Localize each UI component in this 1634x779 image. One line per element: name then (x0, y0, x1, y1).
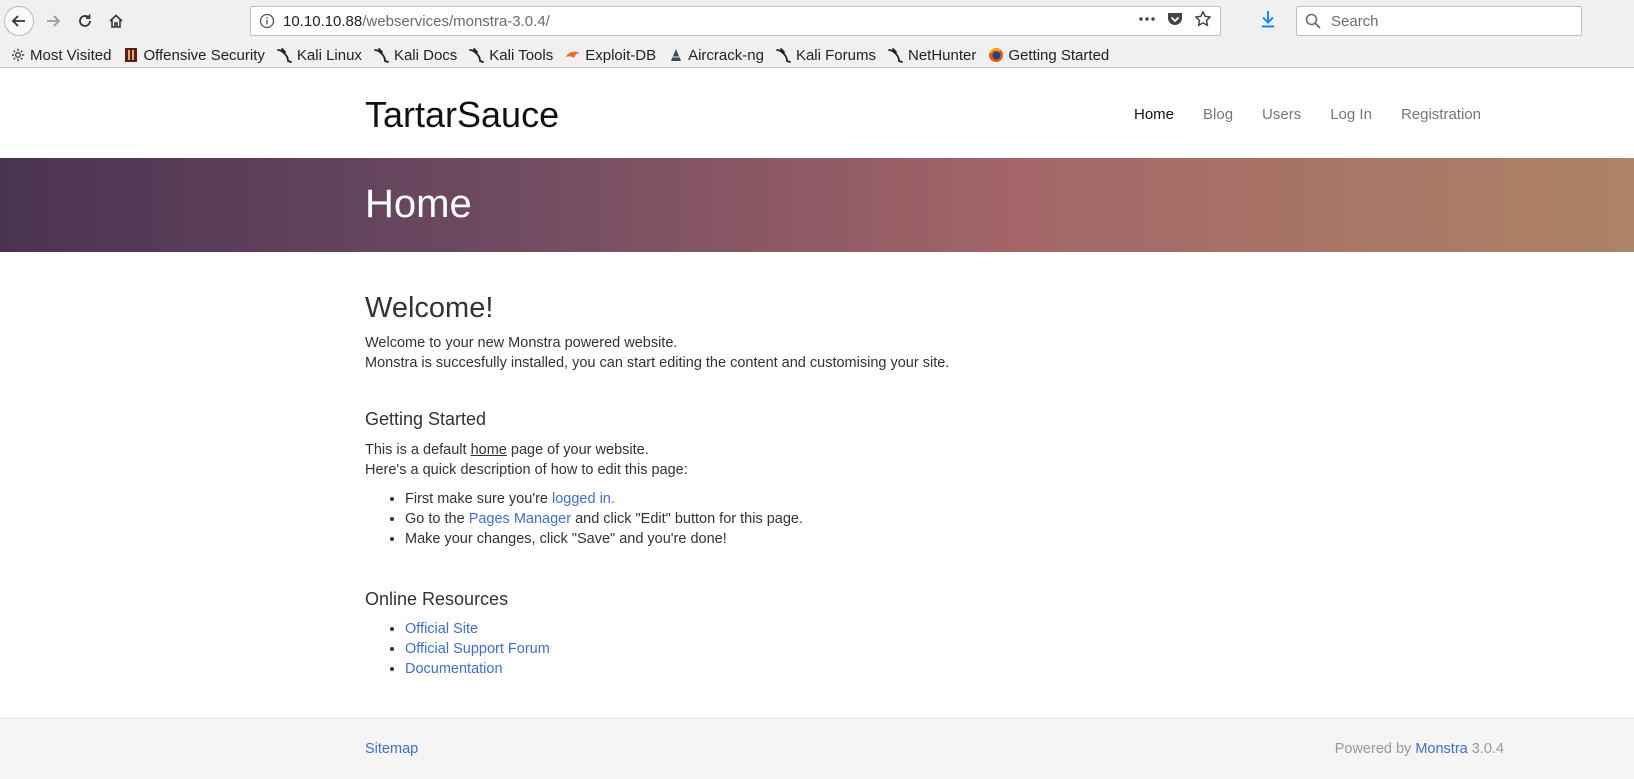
kali-dragon-icon (888, 47, 904, 63)
getting-started-text-1: This is a default home page of your webs… (365, 440, 1265, 460)
step2-text-post: and click "Edit" button for this page. (571, 511, 804, 527)
reload-icon (79, 14, 91, 27)
sitemap-link[interactable]: Sitemap (365, 741, 418, 757)
url-path: /webservices/monstra-3.0.4/ (362, 12, 550, 30)
official-site-link[interactable]: Official Site (405, 621, 478, 637)
offsec-icon (123, 47, 139, 63)
search-input[interactable] (1329, 11, 1563, 31)
bookmark-nethunter[interactable]: NetHunter (888, 47, 976, 64)
home-icon (109, 14, 123, 28)
logged-in-link[interactable]: logged in. (552, 491, 615, 507)
getting-started-heading: Getting Started (365, 409, 487, 429)
hero-title: Home (365, 182, 472, 226)
getting-started-section: Getting Started This is a default home p… (365, 409, 1265, 549)
bookmark-offensive-security[interactable]: Offensive Security (123, 46, 265, 64)
bookmark-label: NetHunter (907, 46, 977, 64)
nav-log-in[interactable]: Log In (1330, 106, 1372, 123)
forward-button[interactable] (38, 6, 68, 36)
main-content: Welcome! Welcome to your new Monstra pow… (365, 292, 1265, 679)
url-text[interactable]: 10.10.10.88/webservices/monstra-3.0.4/ (283, 13, 1138, 30)
bookmark-aircrack-ng[interactable]: Aircrack-ng (668, 47, 764, 64)
bookmark-kali-docs[interactable]: Kali Docs (374, 47, 457, 64)
welcome-heading: Welcome! (365, 292, 494, 324)
bookmark-label: Kali Docs (393, 46, 458, 64)
download-arrow-icon (1262, 11, 1274, 28)
list-item: Official Site (405, 619, 1265, 639)
bookmark-label: Getting Started (1008, 46, 1110, 64)
search-bar[interactable] (1296, 6, 1582, 36)
bookmark-label: Exploit-DB (585, 46, 657, 64)
browser-chrome: 10.10.10.88/webservices/monstra-3.0.4/ M… (0, 0, 1634, 68)
list-item: Documentation (405, 659, 1265, 679)
firefox-icon (988, 47, 1004, 63)
home-button[interactable] (101, 6, 131, 36)
url-host: 10.10.10.88 (283, 12, 363, 30)
kali-dragon-icon (776, 47, 792, 63)
online-resources-heading: Online Resources (365, 589, 509, 609)
nav-home[interactable]: Home (1134, 106, 1174, 123)
bookmark-star-icon[interactable] (1194, 10, 1212, 33)
gear-icon (10, 47, 26, 63)
search-icon (1305, 13, 1321, 29)
online-resources-section: Online Resources Official Site Official … (365, 589, 1265, 679)
bookmark-label: Kali Linux (296, 46, 362, 64)
support-forum-link[interactable]: Official Support Forum (405, 641, 550, 657)
step1-text: First make sure you're (405, 491, 553, 507)
back-arrow-icon (11, 15, 25, 27)
powered-by-label: Powered by (1334, 741, 1416, 757)
gs-text-pre: This is a default (365, 442, 471, 458)
browser-toolbar: 10.10.10.88/webservices/monstra-3.0.4/ (0, 0, 1634, 42)
exploitdb-icon (565, 47, 581, 63)
list-item: Go to the Pages Manager and click "Edit"… (405, 509, 1265, 529)
bookmark-exploit-db[interactable]: Exploit-DB (565, 47, 656, 64)
hero-banner: Home (0, 158, 1634, 252)
bookmark-label: Kali Tools (489, 46, 554, 64)
resources-list: Official Site Official Support Forum Doc… (365, 619, 1265, 679)
back-button[interactable] (4, 6, 34, 36)
site-footer: Sitemap Powered by Monstra 3.0.4 (0, 718, 1634, 779)
bookmark-most-visited[interactable]: Most Visited (10, 47, 111, 64)
url-bar[interactable]: 10.10.10.88/webservices/monstra-3.0.4/ (250, 6, 1221, 36)
bookmark-kali-forums[interactable]: Kali Forums (776, 47, 876, 64)
pocket-icon[interactable] (1166, 10, 1184, 33)
documentation-link[interactable]: Documentation (405, 661, 503, 677)
list-item: First make sure you're logged in. (405, 489, 1265, 509)
bookmark-label: Aircrack-ng (688, 46, 764, 64)
bookmark-kali-linux[interactable]: Kali Linux (276, 46, 362, 64)
welcome-text-2: Monstra is succesfully installed, you ca… (365, 355, 950, 371)
home-underlined-text: home (470, 442, 507, 458)
nav-registration[interactable]: Registration (1401, 106, 1481, 123)
site-brand[interactable]: TartarSauce (365, 94, 559, 136)
bookmark-getting-started[interactable]: Getting Started (988, 47, 1109, 64)
steps-list: First make sure you're logged in. Go to … (365, 489, 1265, 549)
page-actions-icon[interactable] (1138, 11, 1156, 32)
kali-dragon-icon (469, 47, 485, 63)
bookmark-label: Most Visited (30, 46, 112, 64)
gs-text-post: page of your website. (506, 442, 649, 458)
bookmark-label: Offensive Security (143, 46, 265, 64)
version-text: 3.0.4 (1467, 741, 1504, 757)
url-actions (1138, 10, 1220, 33)
pages-manager-link[interactable]: Pages Manager (469, 511, 571, 527)
aircrack-icon (668, 47, 684, 63)
step2-text-pre: Go to the (405, 511, 469, 527)
forward-arrow-icon (47, 15, 61, 27)
list-item: Make your changes, click "Save" and you'… (405, 529, 1265, 549)
powered-by-text: Powered by Monstra 3.0.4 (1335, 741, 1504, 757)
monstra-link[interactable]: Monstra (1415, 741, 1467, 757)
bookmark-label: Kali Forums (795, 46, 876, 64)
nav-blog[interactable]: Blog (1203, 106, 1233, 123)
downloads-button[interactable] (1260, 10, 1276, 33)
list-item: Official Support Forum (405, 639, 1265, 659)
site-nav: Home Blog Users Log In Registration (1134, 106, 1510, 123)
nav-users[interactable]: Users (1262, 106, 1301, 123)
bookmarks-toolbar: Most Visited Offensive Security Kali Linux… (0, 42, 1634, 68)
bookmark-kali-tools[interactable]: Kali Tools (469, 47, 553, 64)
info-icon[interactable] (251, 13, 283, 29)
welcome-text-1: Welcome to your new Monstra powered webs… (365, 335, 678, 351)
reload-button[interactable] (70, 6, 100, 36)
kali-dragon-icon (276, 47, 293, 63)
kali-dragon-icon (374, 47, 390, 63)
getting-started-text-2: Here's a quick description of how to edi… (365, 462, 688, 478)
